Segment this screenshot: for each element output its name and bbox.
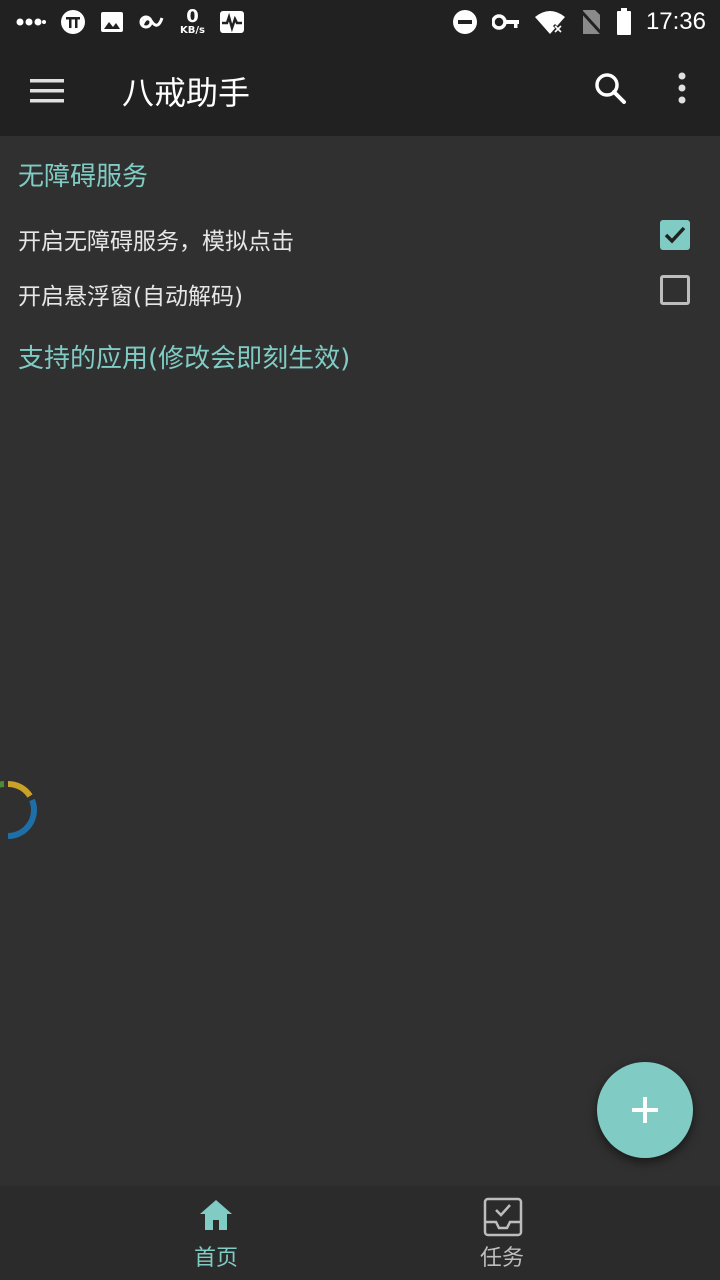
- battery-icon: [616, 8, 631, 35]
- task-inbox-icon: [483, 1197, 523, 1237]
- section-title-supported-apps: 支持的应用(修改会即刻生效): [18, 344, 351, 374]
- infinity-link-icon: [139, 15, 164, 29]
- net-speed-unit: KB/s: [180, 25, 205, 36]
- check-icon: [664, 226, 686, 244]
- loading-spinner-icon: [0, 780, 37, 839]
- accessibility-checkbox[interactable]: [660, 220, 690, 250]
- app-title: 八戒助手: [122, 74, 251, 112]
- pref-label: 开启悬浮窗(自动解码): [18, 284, 243, 310]
- floating-window-checkbox[interactable]: [660, 275, 690, 305]
- image-icon: [101, 12, 123, 32]
- add-button[interactable]: [597, 1062, 693, 1158]
- plus-icon: [632, 1097, 658, 1123]
- notification-dots-icon: [16, 18, 46, 26]
- clock: 17:36: [645, 8, 706, 35]
- nav-item-task[interactable]: 任务: [322, 1186, 682, 1280]
- hamburger-menu-icon[interactable]: [26, 70, 68, 112]
- bottom-navigation: 首页 任务: [0, 1186, 720, 1280]
- no-sim-icon: [579, 9, 602, 35]
- net-speed-value: 0: [186, 6, 199, 27]
- wifi-icon: [534, 11, 565, 35]
- pref-label: 开启无障碍服务，模拟点击: [18, 229, 294, 255]
- more-vert-icon[interactable]: [664, 68, 700, 112]
- activity-monitor-icon: [219, 11, 244, 33]
- net-speed: 0 KB/s: [180, 8, 205, 36]
- pref-row-accessibility-service[interactable]: 开启无障碍服务，模拟点击: [0, 210, 720, 264]
- pi-app-icon: [61, 10, 85, 34]
- search-icon[interactable]: [592, 70, 628, 106]
- section-title-accessibility: 无障碍服务: [18, 162, 149, 192]
- vpn-key-icon: [491, 14, 519, 30]
- pref-row-floating-window[interactable]: 开启悬浮窗(自动解码): [0, 265, 720, 319]
- app-bar: 八戒助手: [0, 44, 720, 136]
- do-not-disturb-icon: [452, 10, 477, 34]
- home-icon: [200, 1200, 232, 1230]
- status-bar: 0 KB/s 17:36: [0, 0, 720, 44]
- nav-label-task: 任务: [479, 1246, 524, 1271]
